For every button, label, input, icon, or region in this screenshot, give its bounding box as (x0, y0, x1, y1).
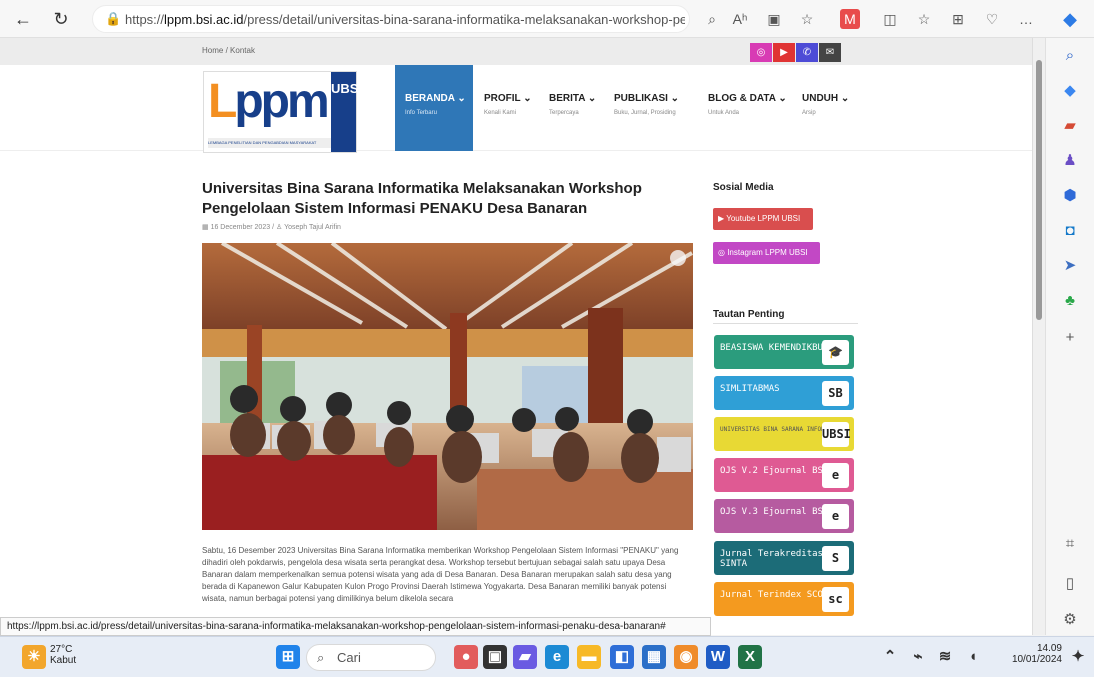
favorite-icon[interactable]: ☆ (797, 9, 817, 29)
explorer-icon[interactable]: ▬ (577, 645, 601, 669)
lock-icon: 🔒 (105, 11, 122, 26)
topline: Home / Kontak ◎ ▶ ✆ ✉ (0, 38, 1045, 65)
breadcrumb-contact[interactable]: Kontak (230, 46, 255, 55)
chat-icon[interactable]: ● (454, 645, 478, 669)
article-meta: ▦ 16 December 2023 / ♙ Yoseph Tajul Arif… (202, 224, 341, 231)
notifications-icon[interactable]: ✦ (1066, 645, 1090, 669)
start-icon[interactable]: ⊞ (276, 645, 300, 669)
weather-info: 27°C Kabut (50, 644, 77, 666)
weather-icon[interactable]: ☀ (22, 645, 46, 669)
favorites-list-icon[interactable]: ☆ (914, 9, 934, 29)
tools-icon[interactable]: ▰ (1060, 116, 1080, 136)
send-icon[interactable]: ➤ (1060, 256, 1080, 276)
collections-icon[interactable]: ⊞ (948, 9, 968, 29)
sidebar-divider (713, 323, 858, 324)
social-media-title: Sosial Media (713, 182, 774, 193)
article-author[interactable]: Yoseph Tajul Arifin (284, 224, 341, 231)
edge-icon[interactable]: e (545, 645, 569, 669)
teams-icon[interactable]: ▰ (513, 645, 537, 669)
sidebar-toggle-icon[interactable]: ▯ (1060, 574, 1080, 594)
nav-berita[interactable]: BERITA ⌄ Terpercaya (549, 65, 596, 151)
link-ojs-v2[interactable]: OJS V.2 Ejournal BSI e (714, 458, 854, 492)
excel-icon[interactable]: X (738, 645, 762, 669)
split-screen-icon[interactable]: ◫ (880, 9, 900, 29)
extension-icon[interactable]: M (840, 9, 860, 29)
back-icon[interactable]: ← (10, 7, 36, 31)
search-icon[interactable]: ⌕ (1060, 46, 1080, 66)
link-ubsi[interactable]: UNIVERSITAS BINA SARANA INFORMATIKA UBSI (714, 417, 854, 451)
site-logo[interactable]: Lppm UBSI LEMBAGA PENELITIAN DAN PENGABD… (203, 71, 362, 153)
address-bar[interactable]: 🔒 https://lppm.bsi.ac.id/press/detail/un… (92, 5, 690, 33)
instagram-icon[interactable]: ◎ (750, 43, 772, 62)
link-status-url: https://lppm.bsi.ac.id/press/detail/univ… (0, 617, 711, 636)
article-date: 16 December 2023 (210, 224, 271, 231)
read-aloud-icon[interactable]: Aʰ (730, 9, 750, 29)
reader-icon[interactable]: ▣ (764, 9, 784, 29)
screenshot-icon[interactable]: ⌗ (1060, 534, 1080, 554)
link-scopus[interactable]: Jurnal Terindex SCOPUS sc (714, 582, 854, 616)
word-icon[interactable]: W (706, 645, 730, 669)
link-sinta[interactable]: Jurnal Terakreditasi SINTA S (714, 541, 854, 575)
search-icon: ⌕ (317, 650, 325, 665)
nav-profil[interactable]: PROFIL ⌄ Kenali Kami (484, 65, 532, 151)
firefox-icon[interactable]: ◉ (674, 645, 698, 669)
copilot-icon[interactable]: ◆ (1060, 9, 1080, 29)
nav-blog-data[interactable]: BLOG & DATA ⌄ Untuk Anda (708, 65, 787, 151)
phone-icon[interactable]: ✆ (796, 43, 818, 62)
url-text: https://lppm.bsi.ac.id/press/detail/univ… (125, 12, 685, 27)
link-ojs-v3[interactable]: OJS V.3 Ejournal BSI e (714, 499, 854, 533)
article-photo (202, 243, 693, 530)
site-header: Lppm UBSI LEMBAGA PENELITIAN DAN PENGABD… (0, 65, 1045, 153)
nav-unduh[interactable]: UNDUH ⌄ Arsip (802, 65, 849, 151)
outlook-icon[interactable]: ◘ (1060, 221, 1080, 241)
wifi-icon[interactable]: ≋ (933, 645, 957, 669)
nav-beranda[interactable]: BERANDA ⌄ Info Terbaru (395, 65, 473, 151)
taskbar-search[interactable]: ⌕ Cari (306, 644, 436, 671)
volume-icon[interactable]: ◖ (961, 645, 985, 669)
instagram-link-button[interactable]: ◎ Instagram LPPM UBSI (713, 242, 820, 264)
page-scrollbar[interactable] (1032, 38, 1045, 635)
web-page: Home / Kontak ◎ ▶ ✆ ✉ Lppm UBSI LEMBAGA … (0, 38, 1045, 635)
link-beasiswa-kemendikbud[interactable]: BEASISWA KEMENDIKBUD 🎓 (714, 335, 854, 369)
user-icon: ♙ (275, 224, 283, 231)
article-title: Universitas Bina Sarana Informatika Mela… (202, 180, 642, 217)
windows-taskbar: ☀ 27°C Kabut ⊞ ⌕ Cari ● ▣ ▰ e ▬ ◧ ▦ ◉ W X … (0, 636, 1094, 677)
shopping-icon[interactable]: ◆ (1060, 81, 1080, 101)
performance-icon[interactable]: ♡ (982, 9, 1002, 29)
games-icon[interactable]: ♟ (1060, 151, 1080, 171)
calendar-icon: ▦ (202, 224, 209, 231)
zoom-icon[interactable]: ⌕ (702, 9, 722, 29)
youtube-link-button[interactable]: ▶ Youtube LPPM UBSI (713, 208, 813, 230)
office-icon[interactable]: ⬢ (1060, 186, 1080, 206)
calculator-icon[interactable]: ▦ (642, 645, 666, 669)
mail-icon[interactable]: ✉ (819, 43, 841, 62)
nav-publikasi[interactable]: PUBLIKASI ⌄ Buku, Jurnal, Prosiding (614, 65, 679, 151)
breadcrumb: Home / Kontak (202, 46, 255, 55)
scroll-thumb[interactable] (1036, 60, 1042, 320)
add-icon[interactable]: + (1060, 328, 1080, 348)
youtube-icon[interactable]: ▶ (773, 43, 795, 62)
link-simlitabmas[interactable]: SIMLITABMAS SB (714, 376, 854, 410)
browser-sidebar: ⌕ ◆ ▰ ♟ ⬢ ◘ ➤ ♣ + ⌗ ▯ ⚙ (1045, 38, 1094, 635)
store-icon[interactable]: ◧ (610, 645, 634, 669)
refresh-icon[interactable]: ↻ (48, 7, 74, 31)
more-options-icon[interactable]: … (1016, 9, 1036, 29)
browser-toolbar: ← ↻ 🔒 https://lppm.bsi.ac.id/press/detai… (0, 0, 1094, 38)
settings-icon[interactable]: ⚙ (1060, 610, 1080, 630)
instagram-icon: ◎ (718, 248, 728, 257)
network-icon[interactable]: ⌁ (906, 645, 930, 669)
tree-icon[interactable]: ♣ (1060, 291, 1080, 311)
article-body: Sabtu, 16 Desember 2023 Universitas Bina… (202, 546, 679, 603)
important-links-title: Tautan Penting (713, 309, 785, 320)
system-tray-icon[interactable]: ⌃ (878, 645, 902, 669)
clock[interactable]: 14.09 10/01/2024 (1004, 643, 1062, 665)
youtube-icon: ▶ (718, 214, 727, 223)
task-view-icon[interactable]: ▣ (483, 645, 507, 669)
breadcrumb-home[interactable]: Home (202, 46, 223, 55)
